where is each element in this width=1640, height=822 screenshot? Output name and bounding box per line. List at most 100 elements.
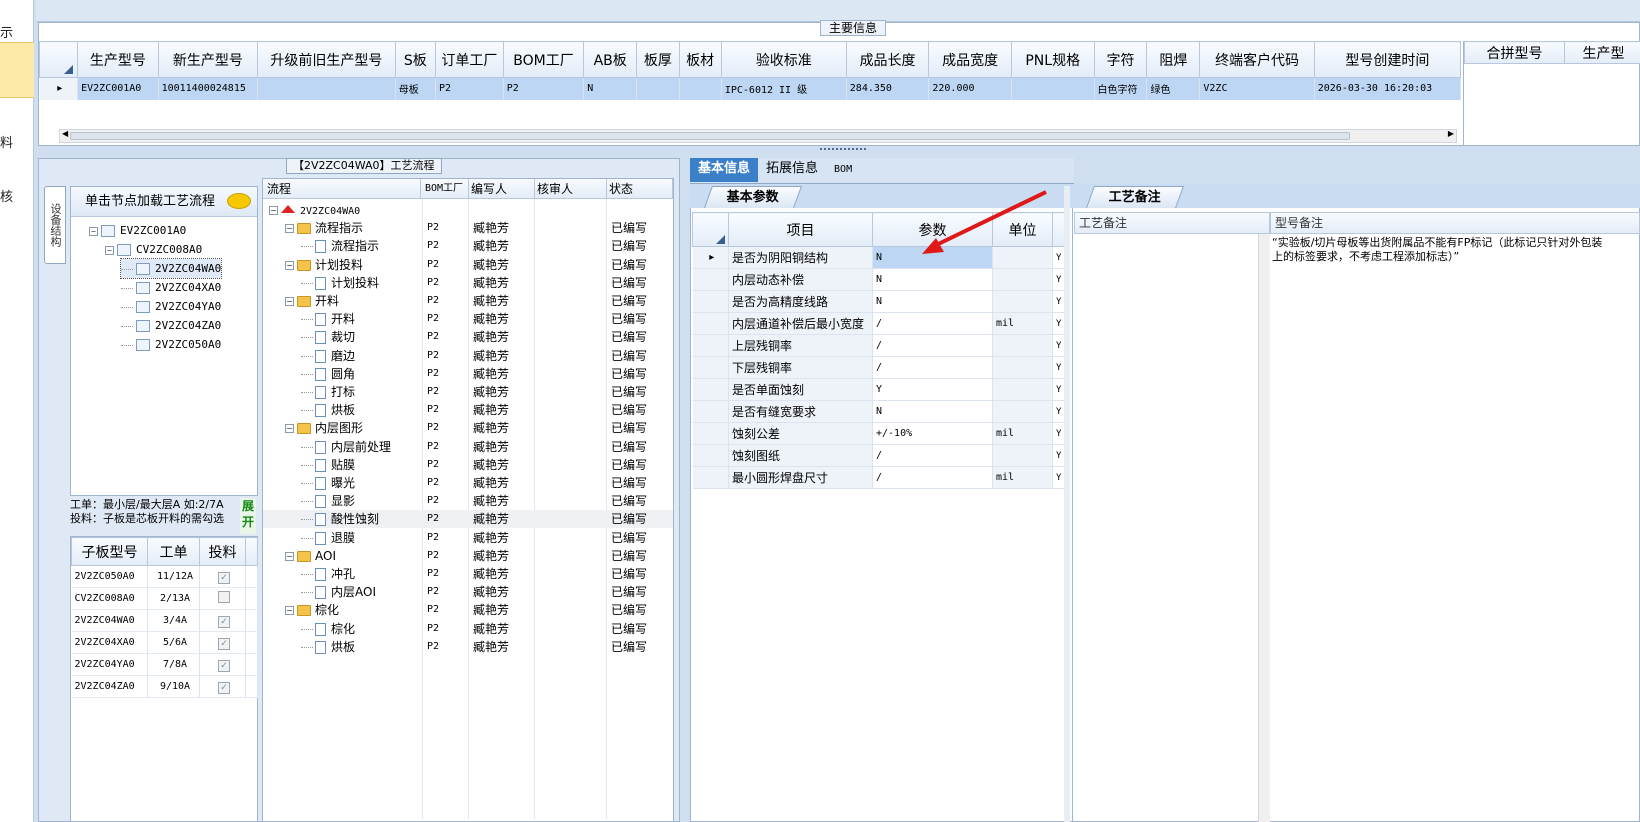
left-nav-label[interactable]: 示 bbox=[0, 22, 34, 41]
flow-node[interactable]: − 内层图形 bbox=[285, 419, 363, 437]
table-cell[interactable]: 白色字符 bbox=[1094, 77, 1148, 100]
tree-node[interactable]: − EV2ZC001A0 bbox=[89, 221, 186, 240]
item-header[interactable]: 项目 bbox=[728, 212, 873, 247]
table-cell[interactable]: P2 bbox=[435, 77, 504, 100]
flow-row[interactable]: 显影 P2 臧艳芳 已编写 bbox=[263, 492, 673, 510]
feed-cell[interactable] bbox=[199, 587, 246, 610]
flow-row[interactable]: 烘板 P2 臧艳芳 已编写 bbox=[263, 401, 673, 419]
flow-node[interactable]: 酸性蚀刻 bbox=[301, 510, 379, 528]
flow-node[interactable]: − AOI bbox=[285, 547, 336, 565]
table-row[interactable]: 最小圆形焊盘尺寸 / mil Y bbox=[692, 466, 1065, 489]
flow-row[interactable]: − 棕化 P2 臧艳芳 已编写 bbox=[263, 601, 673, 619]
table-row[interactable]: 2V2ZC04XA0 5/6A ✓ bbox=[71, 631, 258, 654]
collapse-icon[interactable]: − bbox=[285, 297, 294, 306]
param-cell[interactable]: / bbox=[872, 334, 993, 357]
checkbox[interactable]: ✓ bbox=[218, 638, 230, 650]
feed-cell[interactable]: ✓ bbox=[199, 609, 246, 632]
flow-row[interactable]: − 2V2ZC04WA0 bbox=[263, 201, 673, 219]
table-cell[interactable]: 绿色 bbox=[1146, 77, 1201, 100]
table-cell[interactable]: 10011400024815 bbox=[158, 77, 259, 100]
merge-prod-model-header[interactable]: 生产型 bbox=[1564, 41, 1640, 64]
flow-row[interactable]: 裁切 P2 臧艳芳 已编写 bbox=[263, 328, 673, 346]
order-cell[interactable]: 11/12A bbox=[147, 565, 200, 588]
flow-column-header[interactable]: 核审人 bbox=[535, 179, 607, 199]
order-cell[interactable]: 3/4A bbox=[147, 609, 200, 632]
flow-row[interactable]: 内层AOI P2 臧艳芳 已编写 bbox=[263, 583, 673, 601]
param-cell[interactable]: / bbox=[872, 444, 993, 467]
detail-tab[interactable]: BOM bbox=[826, 159, 860, 183]
flow-column-header[interactable]: 流程 bbox=[265, 179, 421, 199]
feed-cell[interactable]: ✓ bbox=[199, 675, 246, 698]
param-cell[interactable]: +/-10% bbox=[872, 422, 993, 445]
table-row[interactable]: 2V2ZC050A0 11/12A ✓ bbox=[71, 565, 258, 588]
column-header[interactable]: 成品长度 bbox=[845, 41, 930, 78]
flow-node[interactable]: 烘板 bbox=[301, 401, 355, 419]
flow-node[interactable]: 冲孔 bbox=[301, 565, 355, 583]
flow-column-header[interactable]: 状态 bbox=[607, 179, 673, 199]
flow-row[interactable]: 流程指示 P2 臧艳芳 已编写 bbox=[263, 237, 673, 255]
table-row[interactable]: 是否单面蚀刻 Y Y bbox=[692, 378, 1065, 401]
collapse-icon[interactable]: − bbox=[89, 226, 98, 236]
column-header[interactable]: 升级前旧生产型号 bbox=[257, 41, 396, 78]
tree-node[interactable]: − CV2ZC008A0 bbox=[105, 240, 202, 259]
flow-row[interactable]: 开料 P2 臧艳芳 已编写 bbox=[263, 310, 673, 328]
param-cell[interactable]: / bbox=[872, 312, 993, 335]
table-row[interactable]: 是否有缝宽要求 N Y bbox=[692, 400, 1065, 423]
flow-row[interactable]: 退膜 P2 臧艳芳 已编写 bbox=[263, 529, 673, 547]
table-cell[interactable]: V2ZC bbox=[1199, 77, 1315, 100]
table-row[interactable]: ▸ EV2ZC001A0 10011400024815 母板 P2 P2 N IPC-6012… bbox=[39, 77, 1461, 100]
table-row[interactable]: CV2ZC008A0 2/13A bbox=[71, 587, 258, 610]
feed-cell[interactable]: ✓ bbox=[199, 653, 246, 676]
column-header[interactable]: 板厚 bbox=[636, 41, 680, 78]
flow-row[interactable]: 内层前处理 P2 臧艳芳 已编写 bbox=[263, 438, 673, 456]
flow-node[interactable]: 内层AOI bbox=[301, 583, 376, 601]
table-cell[interactable]: N bbox=[583, 77, 638, 100]
collapse-icon[interactable]: − bbox=[285, 551, 294, 561]
param-cell[interactable]: Y bbox=[872, 378, 993, 401]
flow-row[interactable]: − 流程指示 P2 臧艳芳 已编写 bbox=[263, 219, 673, 237]
expand-button[interactable]: 展开 bbox=[240, 498, 256, 534]
order-cell[interactable]: 9/10A bbox=[147, 675, 200, 698]
checkbox[interactable]: ✓ bbox=[218, 616, 230, 628]
flow-node[interactable]: 贴膜 bbox=[301, 456, 355, 474]
table-cell[interactable]: IPC-6012 II 级 bbox=[721, 77, 847, 100]
process-remarks-header[interactable]: 工艺备注 bbox=[1074, 212, 1270, 234]
flow-node[interactable]: 打标 bbox=[301, 383, 355, 401]
tab-basic-params[interactable]: 基本参数 bbox=[703, 186, 803, 208]
tree-node[interactable]: 2V2ZC050A0 bbox=[121, 335, 221, 354]
feed-cell[interactable]: ✓ bbox=[199, 565, 246, 588]
column-header[interactable]: 验收标准 bbox=[720, 41, 847, 78]
order-cell[interactable]: 7/8A bbox=[147, 653, 200, 676]
table-cell[interactable]: 284.350 bbox=[846, 77, 930, 100]
flow-node[interactable]: 棕化 bbox=[301, 620, 355, 638]
order-cell[interactable]: 2/13A bbox=[147, 587, 200, 610]
table-row[interactable]: 上层残铜率 / Y bbox=[692, 334, 1065, 357]
flow-node[interactable]: 计划投料 bbox=[301, 274, 379, 292]
sub-model-cell[interactable]: 2V2ZC04YA0 bbox=[71, 653, 148, 676]
flow-row[interactable]: 棕化 P2 臧艳芳 已编写 bbox=[263, 620, 673, 638]
flow-row[interactable]: 曝光 P2 臧艳芳 已编写 bbox=[263, 474, 673, 492]
tree-node[interactable]: 2V2ZC04WA0 bbox=[119, 258, 223, 279]
left-nav-label[interactable]: 核 bbox=[0, 186, 34, 205]
flow-row[interactable]: 磨边 P2 臧艳芳 已编写 bbox=[263, 347, 673, 365]
collapse-icon[interactable]: − bbox=[105, 245, 114, 255]
checkbox[interactable] bbox=[218, 591, 230, 603]
column-header[interactable]: 新生产型号 bbox=[157, 41, 259, 78]
table-cell[interactable]: 母板 bbox=[395, 77, 436, 100]
table-row[interactable]: 2V2ZC04ZA0 9/10A ✓ bbox=[71, 675, 258, 698]
feed-header[interactable]: 投料 bbox=[199, 537, 246, 566]
flow-node[interactable]: 裁切 bbox=[301, 328, 355, 346]
table-row[interactable]: 内层动态补偿 N Y bbox=[692, 268, 1065, 291]
column-header[interactable]: BOM工厂 bbox=[502, 41, 585, 78]
flow-row[interactable]: − 开料 P2 臧艳芳 已编写 bbox=[263, 292, 673, 310]
horizontal-scrollbar[interactable]: ◀ ▶ bbox=[59, 129, 1457, 143]
table-row[interactable]: 是否为高精度线路 N Y bbox=[692, 290, 1065, 313]
checkbox[interactable]: ✓ bbox=[218, 682, 230, 694]
flow-row[interactable]: 计划投料 P2 臧艳芳 已编写 bbox=[263, 274, 673, 292]
left-nav-selected-item[interactable] bbox=[0, 42, 34, 98]
flow-node[interactable]: 显影 bbox=[301, 492, 355, 510]
table-cell[interactable] bbox=[679, 77, 722, 100]
structure-side-tab[interactable]: 设备结构 bbox=[44, 186, 66, 264]
splitter-grip[interactable] bbox=[820, 148, 866, 152]
param-cell[interactable]: N bbox=[872, 400, 993, 423]
